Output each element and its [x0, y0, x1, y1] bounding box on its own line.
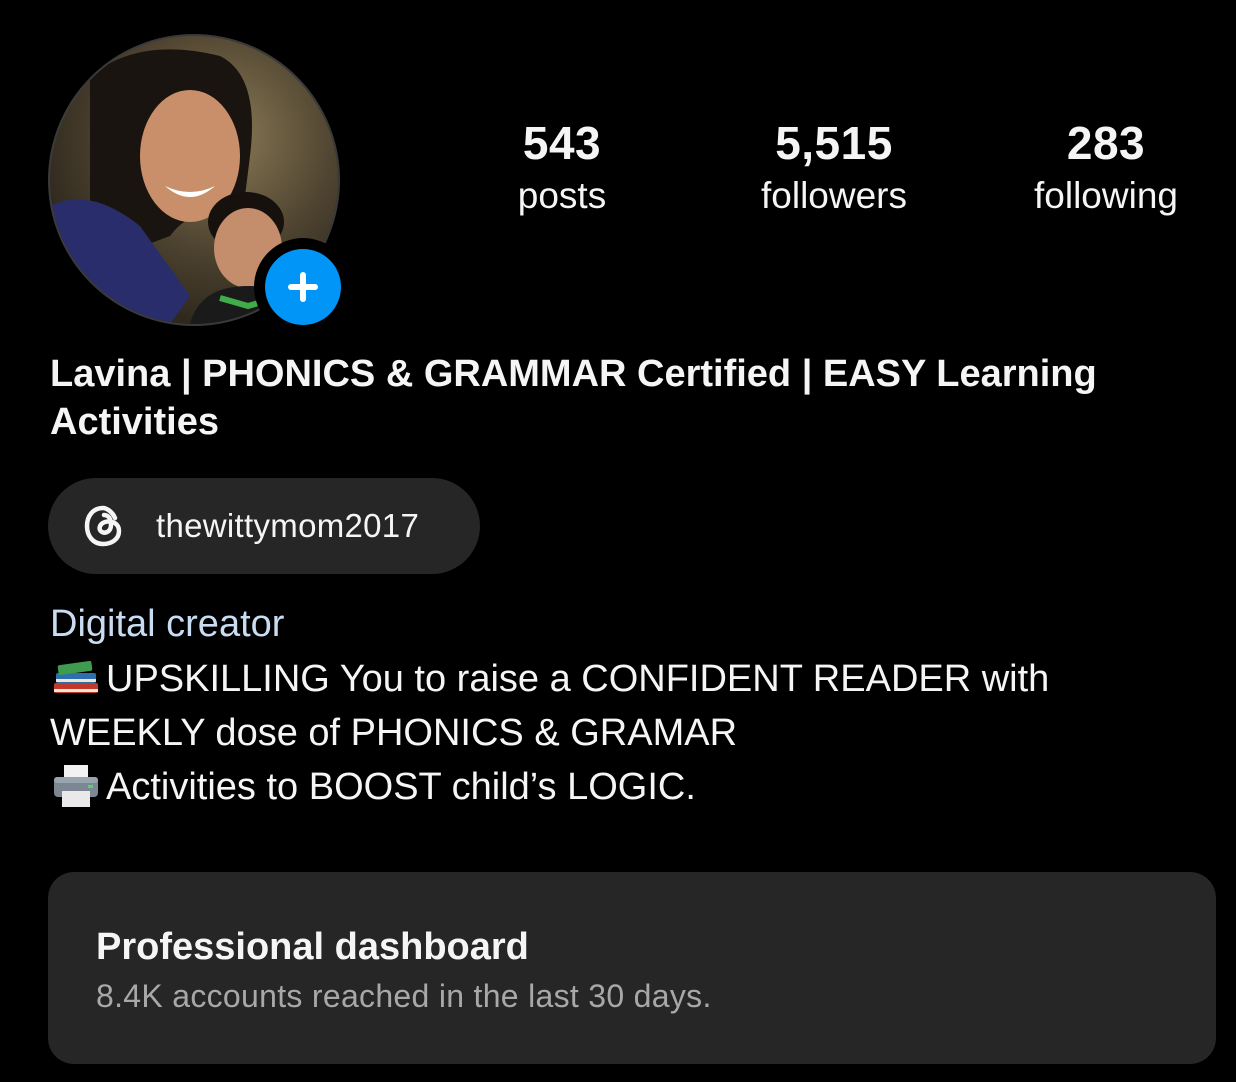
threads-link-button[interactable]: thewittymom2017	[48, 478, 480, 574]
stat-following[interactable]: 283 following	[986, 112, 1226, 218]
books-emoji	[54, 660, 98, 693]
threads-handle: thewittymom2017	[156, 507, 420, 544]
followers-count: 5,515	[775, 117, 893, 169]
profile-category: Digital creator	[50, 603, 285, 645]
dashboard-title: Professional dashboard	[96, 926, 529, 968]
posts-label: posts	[517, 175, 607, 216]
printer-emoji	[54, 765, 98, 807]
profile-stats: 543 posts 5,515 followers 283 following	[426, 112, 1226, 232]
bio-line-1: UPSKILLING You to raise a CONFIDENT READ…	[50, 652, 1210, 706]
bio-line-2-text: WEEKLY dose of PHONICS & GRAMAR	[50, 712, 738, 754]
bio-line-3-text: Activities to BOOST child’s LOGIC.	[106, 766, 696, 808]
profile-display-name: Lavina | PHONICS & GRAMMAR Certified | E…	[50, 353, 1097, 443]
stat-followers[interactable]: 5,515 followers	[714, 112, 954, 218]
profile-bio: UPSKILLING You to raise a CONFIDENT READ…	[50, 652, 1210, 814]
bio-line-2: WEEKLY dose of PHONICS & GRAMAR	[50, 706, 1210, 760]
following-label: following	[1034, 175, 1178, 216]
following-count: 283	[1066, 117, 1146, 169]
threads-icon	[80, 502, 128, 550]
bio-line-3: Activities to BOOST child’s LOGIC.	[50, 760, 1210, 814]
dashboard-subtitle: 8.4K accounts reached in the last 30 day…	[96, 978, 712, 1014]
posts-count: 543	[522, 117, 602, 169]
bio-line-1-text: UPSKILLING You to raise a CONFIDENT READ…	[106, 658, 1050, 700]
followers-label: followers	[761, 175, 907, 216]
add-story-badge	[265, 249, 341, 325]
plus-icon	[288, 272, 318, 302]
add-story-button[interactable]	[254, 238, 352, 336]
stat-posts[interactable]: 543 posts	[442, 112, 682, 218]
professional-dashboard-card[interactable]: Professional dashboard 8.4K accounts rea…	[48, 872, 1216, 1064]
